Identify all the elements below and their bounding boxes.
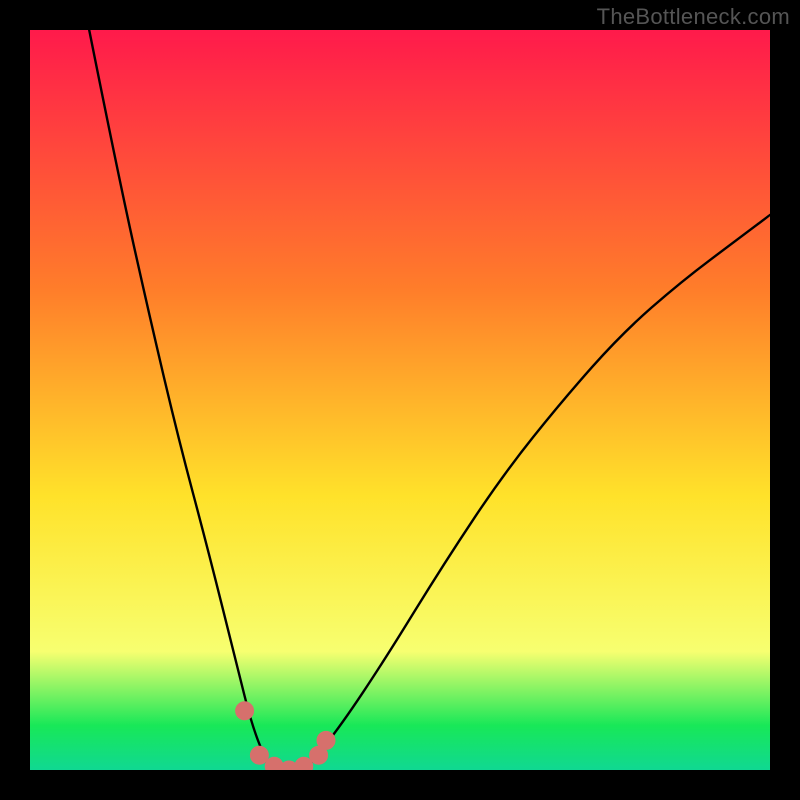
optimal-marker	[250, 746, 268, 764]
optimal-marker	[317, 731, 335, 749]
bottleneck-chart	[30, 30, 770, 770]
optimal-marker	[236, 702, 254, 720]
outer-frame: TheBottleneck.com	[0, 0, 800, 800]
watermark-text: TheBottleneck.com	[597, 4, 790, 30]
gradient-background	[30, 30, 770, 770]
plot-area	[30, 30, 770, 770]
